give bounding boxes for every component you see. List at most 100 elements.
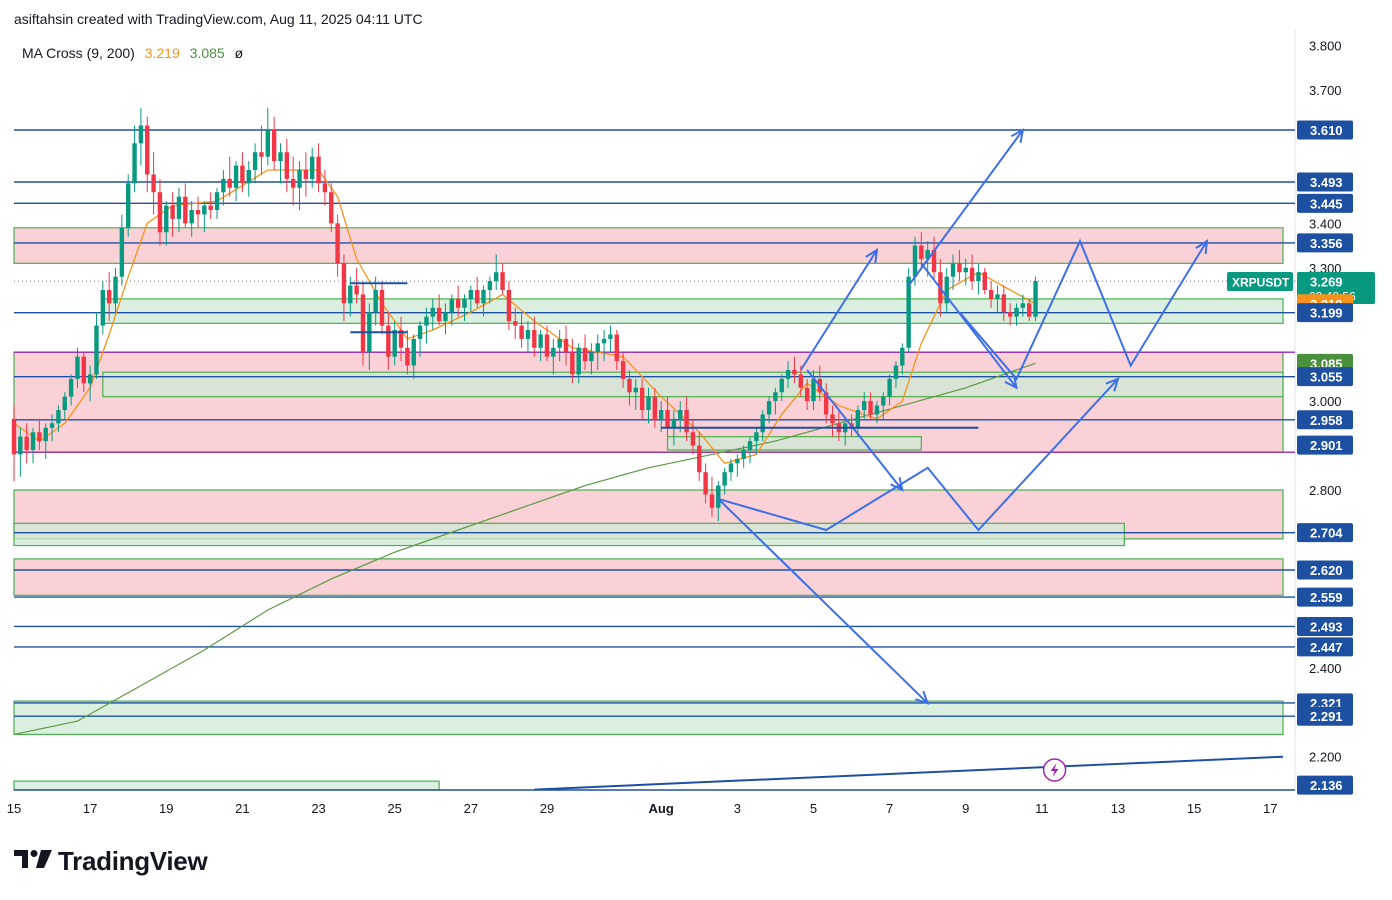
price-label-3.493: 3.493 <box>1297 172 1353 192</box>
price-chart[interactable]: 3.8003.7003.4003.3003.0002.8002.4002.200… <box>0 0 1392 900</box>
candle-body-156 <box>1001 294 1007 313</box>
price-label-2.136: 2.136 <box>1297 775 1353 795</box>
candle-body-15 <box>106 290 112 304</box>
candle-body-123 <box>792 370 797 375</box>
candle-body-77 <box>500 272 505 290</box>
candle-body-84 <box>544 334 550 357</box>
candle-body-69 <box>449 298 455 313</box>
candle-body-76 <box>494 272 499 282</box>
price-label-2.291: 2.291 <box>1297 706 1353 726</box>
candle-body-11 <box>81 356 86 384</box>
candle-body-86 <box>557 338 562 348</box>
candle-body-113 <box>728 463 734 473</box>
candle-body-1 <box>18 436 23 455</box>
x-tick-label-5: 25 <box>387 801 401 816</box>
x-tick-label-0: 15 <box>7 801 21 816</box>
candle-body-21 <box>145 125 150 175</box>
zone-green-9 <box>13 780 440 791</box>
candle-body-142 <box>912 245 918 277</box>
candle-body-97 <box>627 378 632 393</box>
x-tick-label-10: 5 <box>810 801 817 816</box>
candle-body-102 <box>658 410 664 419</box>
candle-body-7 <box>56 410 61 424</box>
price-label-3.199: 3.199 <box>1297 303 1353 323</box>
candle-body-39 <box>259 152 264 157</box>
price-label-2.901: 2.901 <box>1297 435 1353 455</box>
x-tick-label-7: 29 <box>540 801 554 816</box>
candle-body-157 <box>1007 312 1013 317</box>
candle-body-119 <box>766 401 772 415</box>
candle-body-42 <box>278 152 283 162</box>
candle-body-74 <box>481 290 486 304</box>
candle-body-12 <box>87 374 93 384</box>
candle-body-3 <box>30 432 36 450</box>
trend-bottom <box>534 755 1284 791</box>
candle-body-107 <box>690 432 696 446</box>
candle-body-126 <box>811 378 816 402</box>
candle-body-68 <box>443 312 448 322</box>
candle-body-82 <box>532 330 537 348</box>
candle-body-109 <box>703 472 708 495</box>
brand-name: TradingView <box>58 846 208 876</box>
candle-body-91 <box>589 352 594 362</box>
candle-body-23 <box>157 192 163 233</box>
candle-body-4 <box>37 432 42 442</box>
candle-body-5 <box>43 427 48 442</box>
candle-body-98 <box>633 387 639 393</box>
price-label-text-10: 2.901 <box>1310 438 1343 453</box>
candle-body-140 <box>900 347 905 366</box>
price-label-text-9: 2.958 <box>1310 413 1343 428</box>
candle-body-124 <box>798 374 803 388</box>
candle-body-154 <box>988 290 994 299</box>
candle-body-53 <box>348 285 353 304</box>
candle-body-17 <box>119 227 125 277</box>
x-tick-label-1: 17 <box>83 801 97 816</box>
candle-body-20 <box>138 125 144 144</box>
price-label-text-13: 2.559 <box>1310 590 1343 605</box>
candle-body-111 <box>716 485 721 508</box>
candle-body-96 <box>620 361 626 379</box>
candle-body-52 <box>341 263 347 304</box>
candle-body-41 <box>271 130 277 162</box>
candle-body-80 <box>519 325 524 339</box>
candle-body-57 <box>373 290 378 313</box>
candle-body-90 <box>582 347 588 362</box>
candle-body-9 <box>68 378 74 397</box>
candle-body-92 <box>595 343 600 353</box>
price-label-2.493: 2.493 <box>1297 616 1353 636</box>
candle-body-13 <box>94 325 99 375</box>
candle-body-129 <box>830 414 835 424</box>
candle-body-150 <box>963 267 968 273</box>
candle-body-153 <box>982 272 987 290</box>
candle-body-24 <box>164 205 169 233</box>
x-tick-label-11: 7 <box>886 801 893 816</box>
candle-body-117 <box>754 432 759 442</box>
candle-body-151 <box>969 267 975 282</box>
candle-body-88 <box>570 352 575 375</box>
candle-body-73 <box>474 290 480 304</box>
candle-body-121 <box>779 378 784 393</box>
candle-body-81 <box>525 330 531 339</box>
candle-body-2 <box>24 436 29 450</box>
symbol-tag-text: XRPUSDT <box>1232 276 1290 290</box>
candle-body-70 <box>455 298 461 308</box>
price-label-text-2: 3.445 <box>1310 196 1343 211</box>
candle-body-10 <box>75 356 80 379</box>
candle-body-118 <box>760 414 765 433</box>
candle-body-67 <box>436 307 442 322</box>
candle-body-161 <box>1033 281 1038 317</box>
candle-body-110 <box>709 494 715 508</box>
candle-body-18 <box>126 183 131 228</box>
x-tick-label-6: 27 <box>464 801 478 816</box>
tradingview-brand[interactable]: TradingView <box>14 846 208 877</box>
candle-body-115 <box>741 450 746 459</box>
candle-body-94 <box>608 334 613 339</box>
y-tick-label-4: 3.000 <box>1309 394 1342 409</box>
candle-body-25 <box>170 205 175 219</box>
candle-body-32 <box>214 192 220 210</box>
candle-body-30 <box>202 205 207 215</box>
candle-body-79 <box>513 321 518 326</box>
candle-body-27 <box>183 196 188 224</box>
candle-body-34 <box>227 178 232 188</box>
price-label-3.445: 3.445 <box>1297 193 1353 213</box>
